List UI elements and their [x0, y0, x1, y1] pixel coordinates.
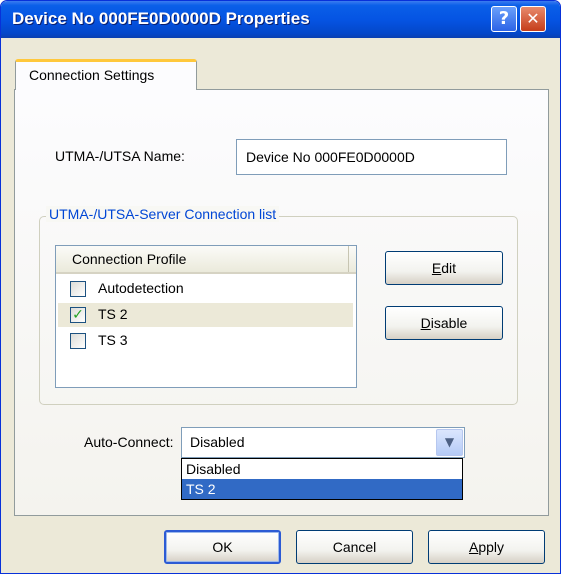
- list-item-label: TS 2: [98, 306, 128, 322]
- chevron-down-icon: ▼: [444, 435, 455, 449]
- list-item[interactable]: ✓ TS 2: [58, 303, 353, 327]
- window-title: Device No 000FE0D0000D Properties: [12, 9, 310, 28]
- disable-label-post: isable: [430, 315, 468, 331]
- disable-button[interactable]: Disable: [385, 306, 503, 340]
- list-item[interactable]: Autodetection: [58, 277, 353, 301]
- dropdown-option-label: Disabled: [186, 461, 241, 477]
- apply-button[interactable]: Apply: [428, 530, 545, 564]
- help-button[interactable]: ?: [491, 6, 517, 32]
- column-header-connection-profile[interactable]: Connection Profile: [56, 246, 349, 272]
- auto-connect-value: Disabled: [190, 434, 245, 450]
- cancel-button[interactable]: Cancel: [296, 530, 413, 564]
- list-header: Connection Profile: [56, 246, 356, 274]
- close-icon: ✕: [526, 9, 540, 28]
- group-legend: UTMA-/UTSA-Server Connection list: [46, 206, 280, 222]
- edit-button[interactable]: Edit: [385, 251, 503, 285]
- connection-profile-list[interactable]: Connection Profile Autodetection ✓ TS 2 …: [55, 245, 357, 388]
- device-name-value: Device No 000FE0D0000D: [246, 149, 415, 165]
- apply-label-post: pply: [478, 539, 505, 555]
- dropdown-option[interactable]: Disabled: [182, 459, 462, 479]
- checkbox[interactable]: ✓: [70, 307, 86, 323]
- device-name-field[interactable]: Device No 000FE0D0000D: [236, 139, 507, 175]
- list-item-label: TS 3: [98, 332, 128, 348]
- checkbox[interactable]: [70, 281, 86, 297]
- help-icon: ?: [498, 8, 510, 29]
- dropdown-option-label: TS 2: [186, 481, 216, 497]
- dropdown-option[interactable]: TS 2: [182, 479, 462, 499]
- dropdown-arrow-button[interactable]: ▼: [436, 429, 463, 456]
- auto-connect-dropdown-list: Disabled TS 2: [181, 458, 463, 500]
- column-header-label: Connection Profile: [72, 251, 187, 267]
- edit-label-accel: E: [431, 260, 442, 276]
- title-bar[interactable]: Device No 000FE0D0000D Properties ? ✕: [1, 1, 560, 38]
- properties-dialog: Device No 000FE0D0000D Properties ? ✕ Co…: [0, 0, 561, 574]
- tab-connection-settings[interactable]: Connection Settings: [15, 59, 197, 90]
- name-label: UTMA-/UTSA Name:: [55, 148, 185, 164]
- apply-label-accel: A: [468, 539, 479, 555]
- check-icon: ✓: [72, 307, 84, 323]
- edit-label-post: dit: [441, 260, 457, 276]
- auto-connect-select[interactable]: Disabled ▼: [181, 427, 465, 458]
- checkbox[interactable]: [70, 333, 86, 349]
- cancel-label: Cancel: [332, 539, 377, 555]
- tab-label: Connection Settings: [29, 67, 155, 83]
- ok-button[interactable]: OK: [164, 530, 281, 564]
- disable-label-accel: D: [420, 315, 431, 331]
- ok-label: OK: [212, 539, 233, 555]
- list-item[interactable]: TS 3: [58, 329, 353, 353]
- close-button[interactable]: ✕: [520, 6, 546, 32]
- list-item-label: Autodetection: [98, 280, 184, 296]
- auto-connect-label: Auto-Connect:: [84, 434, 174, 450]
